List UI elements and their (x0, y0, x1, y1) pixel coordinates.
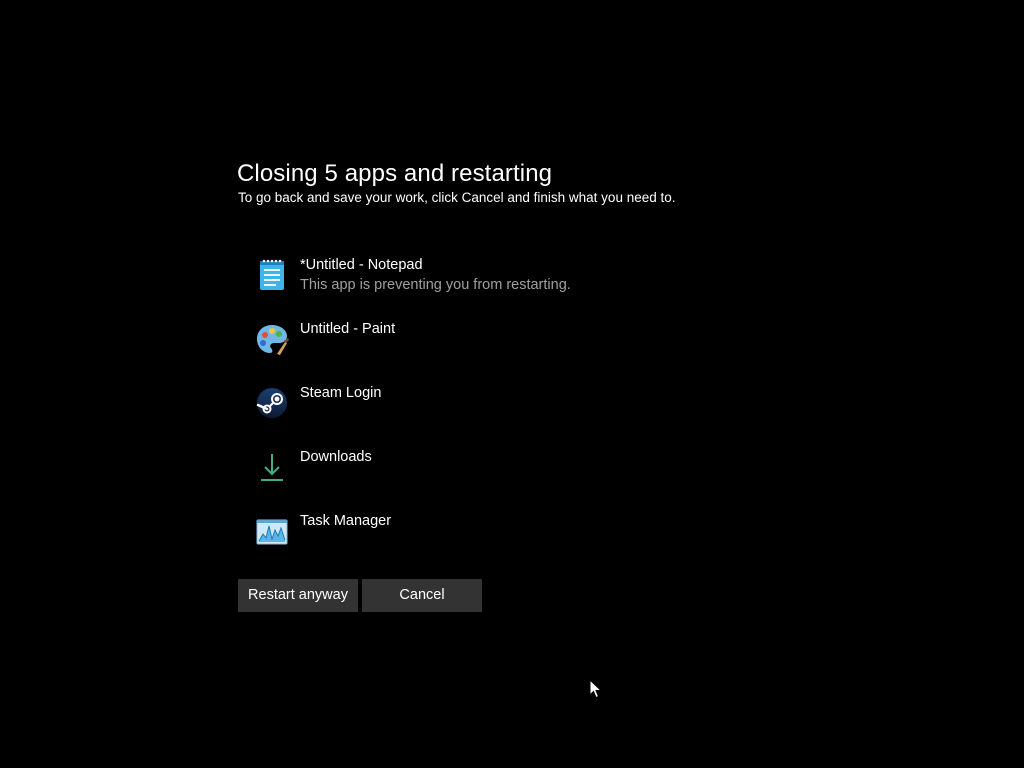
list-item: Downloads (255, 448, 775, 512)
restart-anyway-button[interactable]: Restart anyway (238, 579, 358, 612)
app-status: This app is preventing you from restarti… (300, 277, 571, 293)
paint-icon (255, 322, 289, 356)
mouse-cursor-icon (589, 678, 603, 699)
app-list: *Untitled - Notepad This app is preventi… (255, 256, 775, 576)
app-name: Steam Login (300, 385, 382, 401)
app-name: Untitled - Paint (300, 321, 396, 337)
app-name: *Untitled - Notepad (300, 257, 423, 273)
steam-icon (255, 386, 289, 420)
list-item: *Untitled - Notepad This app is preventi… (255, 256, 775, 320)
dialog-title: Closing 5 apps and restarting (237, 160, 553, 187)
dialog-subtitle: To go back and save your work, click Can… (238, 190, 676, 205)
restart-screen: Closing 5 apps and restarting To go back… (0, 0, 1024, 768)
task-manager-icon (255, 514, 289, 548)
notepad-icon (255, 258, 289, 292)
cancel-button[interactable]: Cancel (362, 579, 482, 612)
app-name: Task Manager (300, 513, 392, 529)
closing-apps-dialog: Closing 5 apps and restarting To go back… (237, 158, 797, 612)
list-item: Steam Login (255, 384, 775, 448)
app-name: Downloads (300, 449, 372, 465)
download-icon (255, 450, 289, 484)
list-item: Task Manager (255, 512, 775, 576)
list-item: Untitled - Paint (255, 320, 775, 384)
